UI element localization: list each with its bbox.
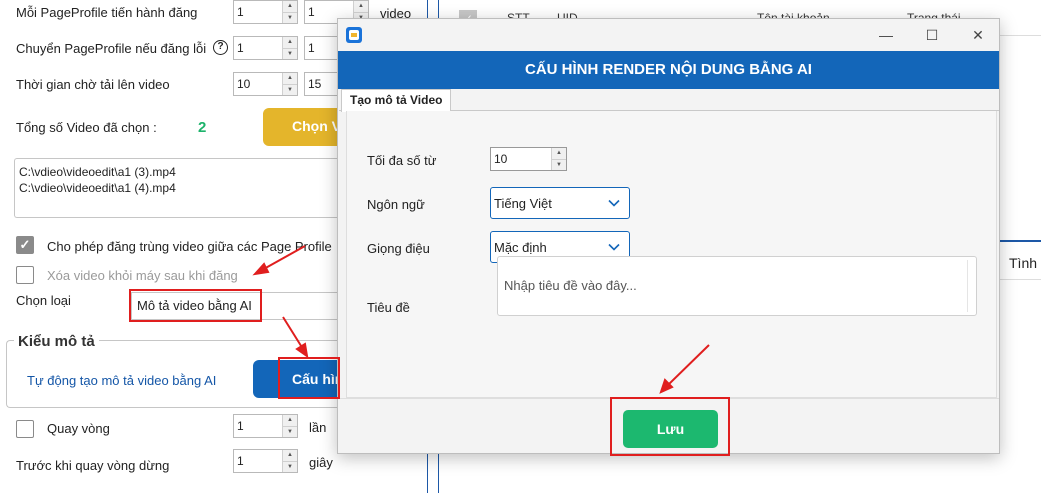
annotation-arrow (261, 245, 306, 271)
annotation-arrowhead (295, 342, 309, 359)
annotation-arrow (282, 316, 304, 350)
annotation-arrow (667, 344, 710, 386)
annotation-arrowhead (252, 262, 270, 276)
annotation-arrows (252, 245, 710, 394)
